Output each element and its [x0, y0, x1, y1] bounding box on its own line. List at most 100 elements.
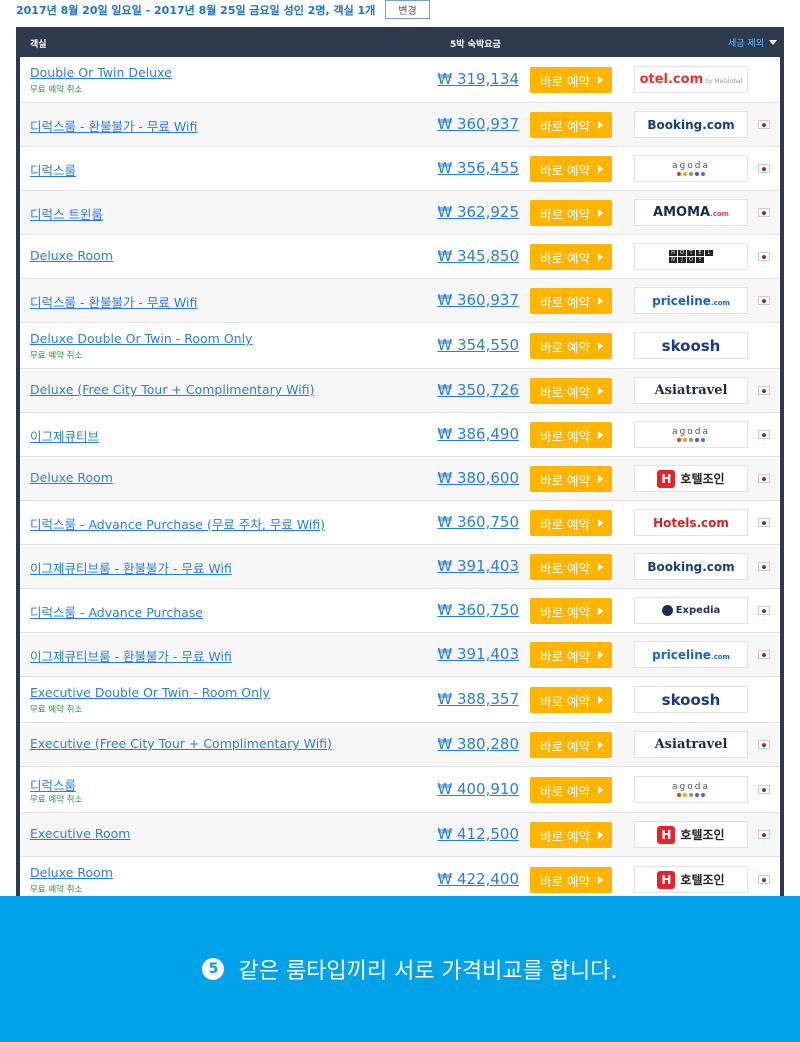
hoteljoin-logo-text: 호텔조인	[680, 873, 725, 887]
provider-logo-hoteljoin[interactable]: H 호텔조인	[634, 821, 748, 848]
provider-logo-hoteljoin[interactable]: H 호텔조인	[634, 465, 748, 492]
book-now-button[interactable]: 바로 예약	[530, 244, 612, 270]
room-type-link[interactable]: Deluxe Room	[30, 470, 113, 485]
price-link[interactable]: ₩ 356,455	[435, 159, 519, 177]
book-now-button[interactable]: 바로 예약	[530, 598, 612, 624]
agoda-logo: agoda	[672, 427, 710, 442]
book-now-button[interactable]: 바로 예약	[530, 510, 612, 536]
arrow-right-icon	[597, 607, 603, 615]
price-link[interactable]: ₩ 319,134	[435, 70, 519, 88]
provider-logo-hotelnjoy[interactable]: HOTELNJOY	[634, 243, 748, 270]
room-type-link[interactable]: 이그제큐티브	[30, 426, 99, 445]
room-type-link[interactable]: Executive Double Or Twin - Room Only	[30, 685, 270, 700]
book-now-label: 바로 예약	[540, 384, 590, 400]
free-cancellation-label: 무료 예약 취소	[30, 351, 83, 361]
price-link[interactable]: ₩ 360,750	[435, 513, 519, 531]
expedia-logo: Expedia	[661, 605, 720, 616]
price-link[interactable]: ₩ 422,400	[435, 870, 519, 888]
korea-flag-icon	[758, 164, 770, 173]
book-now-button[interactable]: 바로 예약	[530, 867, 612, 893]
room-type-link[interactable]: 디럭스룸 - Advance Purchase	[30, 602, 203, 621]
room-type-link[interactable]: Executive (Free City Tour + Complimentar…	[30, 736, 332, 751]
room-type-link[interactable]: 이그제큐티브룸 - 환불불가 - 무료 Wifi	[30, 558, 232, 577]
room-type-link[interactable]: Deluxe Room	[30, 865, 113, 880]
provider-logo-skoosh[interactable]: skoosh	[634, 332, 748, 359]
rate-row: Deluxe Room ₩ 380,600 바로 예약 H 호텔조인	[20, 457, 780, 501]
caption-banner: 5 같은 룸타입끼리 서로 가격비교를 합니다.	[0, 896, 800, 1042]
room-type-link[interactable]: Double Or Twin Deluxe	[30, 65, 172, 80]
rate-row: 이그제큐티브룸 - 환불불가 - 무료 Wifi ₩ 391,403 바로 예약 Bo…	[20, 545, 780, 589]
room-type-link[interactable]: 디럭스룸	[30, 775, 76, 794]
book-now-button[interactable]: 바로 예약	[530, 156, 612, 182]
book-now-button[interactable]: 바로 예약	[530, 554, 612, 580]
provider-logo-priceline[interactable]: priceline.com	[634, 641, 748, 668]
asiatravel-logo: Asiatravel	[654, 383, 728, 398]
price-link[interactable]: ₩ 362,925	[435, 203, 519, 221]
book-now-label: 바로 예약	[540, 250, 590, 266]
provider-logo-agoda[interactable]: agoda	[634, 776, 748, 803]
book-now-button[interactable]: 바로 예약	[530, 288, 612, 314]
provider-logo-asiatravel[interactable]: Asiatravel	[634, 731, 748, 758]
rate-row: Double Or Twin Deluxe 무료 예약 취소 ₩ 319,134 바로…	[20, 57, 780, 103]
provider-logo-otel[interactable]: otel.com by MeGlobal	[634, 66, 748, 93]
priceline-logo-sub: .com	[710, 652, 730, 661]
price-link[interactable]: ₩ 360,750	[435, 601, 519, 619]
price-link[interactable]: ₩ 360,937	[435, 115, 519, 133]
provider-logo-skoosh[interactable]: skoosh	[634, 686, 748, 713]
price-link[interactable]: ₩ 360,937	[435, 291, 519, 309]
korea-flag-icon	[758, 386, 770, 395]
provider-logo-amoma[interactable]: AMOMA.com	[634, 199, 748, 226]
room-type-link[interactable]: 이그제큐티브룸 - 환불불가 - 무료 Wifi	[30, 646, 232, 665]
price-link[interactable]: ₩ 391,403	[435, 645, 519, 663]
room-type-link[interactable]: Deluxe Room	[30, 248, 113, 263]
provider-logo-priceline[interactable]: priceline.com	[634, 287, 748, 314]
book-now-button[interactable]: 바로 예약	[530, 466, 612, 492]
book-now-button[interactable]: 바로 예약	[530, 378, 612, 404]
tax-toggle-label: 세금 제외	[728, 39, 764, 49]
provider-logo-booking[interactable]: Booking.com	[634, 553, 748, 580]
tax-toggle[interactable]: 세금 제외	[728, 36, 777, 49]
book-now-button[interactable]: 바로 예약	[530, 642, 612, 668]
price-link[interactable]: ₩ 345,850	[435, 247, 519, 265]
room-type-link[interactable]: Deluxe (Free City Tour + Complimentary W…	[30, 382, 314, 397]
change-search-button[interactable]: 변경	[385, 0, 430, 19]
provider-logo-agoda[interactable]: agoda	[634, 421, 748, 448]
room-type-link[interactable]: Deluxe Double Or Twin - Room Only	[30, 331, 252, 346]
book-now-button[interactable]: 바로 예약	[530, 200, 612, 226]
room-type-link[interactable]: 디럭스룸	[30, 160, 76, 179]
provider-logo-hotels[interactable]: Hotels.com	[634, 509, 748, 536]
price-link[interactable]: ₩ 380,280	[435, 735, 519, 753]
provider-logo-hoteljoin[interactable]: H 호텔조인	[634, 866, 748, 893]
provider-logo-expedia[interactable]: Expedia	[634, 597, 748, 624]
book-now-button[interactable]: 바로 예약	[530, 333, 612, 359]
price-link[interactable]: ₩ 350,726	[435, 381, 519, 399]
price-link[interactable]: ₩ 388,357	[435, 690, 519, 708]
book-now-label: 바로 예약	[540, 604, 590, 620]
room-type-link[interactable]: Executive Room	[30, 826, 130, 841]
agoda-logo-text: agoda	[672, 427, 710, 437]
room-type-link[interactable]: 디럭스룸 - Advance Purchase (무료 주차, 무료 Wifi)	[30, 514, 325, 533]
room-type-link[interactable]: 디럭스 트윈룸	[30, 204, 103, 223]
caption-text: 같은 룸타입끼리 서로 가격비교를 합니다.	[238, 959, 618, 984]
book-now-button[interactable]: 바로 예약	[530, 112, 612, 138]
book-now-label: 바로 예약	[540, 783, 590, 799]
book-now-button[interactable]: 바로 예약	[530, 687, 612, 713]
book-now-button[interactable]: 바로 예약	[530, 67, 612, 93]
room-type-link[interactable]: 디럭스룸 - 환불불가 - 무료 Wifi	[30, 116, 197, 135]
price-link[interactable]: ₩ 386,490	[435, 425, 519, 443]
price-link[interactable]: ₩ 380,600	[435, 469, 519, 487]
book-now-label: 바로 예약	[540, 648, 590, 664]
price-link[interactable]: ₩ 391,403	[435, 557, 519, 575]
provider-logo-agoda[interactable]: agoda	[634, 155, 748, 182]
price-link[interactable]: ₩ 354,550	[435, 336, 519, 354]
book-now-button[interactable]: 바로 예약	[530, 422, 612, 448]
room-type-link[interactable]: 디럭스룸 - 환불불가 - 무료 Wifi	[30, 292, 197, 311]
provider-logo-asiatravel[interactable]: Asiatravel	[634, 377, 748, 404]
book-now-button[interactable]: 바로 예약	[530, 732, 612, 758]
book-now-button[interactable]: 바로 예약	[530, 822, 612, 848]
book-now-button[interactable]: 바로 예약	[530, 777, 612, 803]
price-link[interactable]: ₩ 400,910	[435, 780, 519, 798]
korea-flag-icon	[758, 830, 770, 839]
provider-logo-booking[interactable]: Booking.com	[634, 111, 748, 138]
price-link[interactable]: ₩ 412,500	[435, 825, 519, 843]
